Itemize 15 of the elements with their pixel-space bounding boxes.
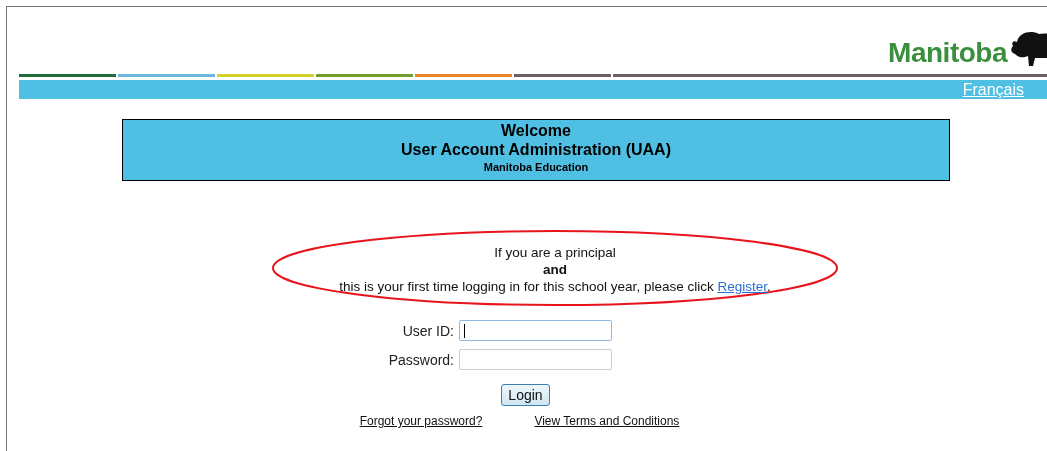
field-label: Password: [387, 351, 454, 368]
footer-link[interactable]: View Terms and Conditions [534, 414, 680, 428]
input-field[interactable] [459, 349, 612, 370]
application-title: User Account Administration (UAA) [401, 140, 671, 160]
welcome-title: Welcome [501, 122, 571, 140]
department-name: Manitoba Education [483, 160, 589, 175]
notice-text: this is your first time logging in for this school year, please click [339, 279, 714, 294]
field-label: User ID: [401, 322, 454, 339]
register-link[interactable]: Register [717, 279, 767, 294]
footer-link[interactable]: Forgot your password? [359, 414, 483, 428]
logo-wordmark: Manitoba [888, 38, 1007, 68]
input-field[interactable] [459, 320, 612, 341]
login-button[interactable]: Login [501, 384, 550, 406]
notice-text: If you are a principal [493, 244, 617, 261]
notice-text: and [542, 261, 568, 278]
